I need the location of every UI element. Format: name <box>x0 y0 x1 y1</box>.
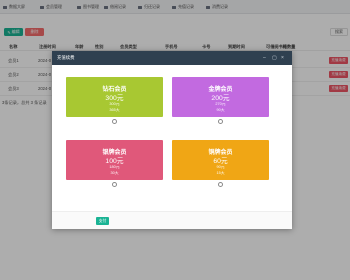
modal-footer: 支付 <box>52 211 292 229</box>
plan-card-diamond[interactable]: 钻石会员 300元 300元 365天 <box>66 77 163 117</box>
plan-radio-gold[interactable] <box>218 119 223 124</box>
modal-header: 充值续费 – ▢ × <box>52 51 292 65</box>
pay-button[interactable]: 支付 <box>96 217 109 225</box>
plan-days: 90天 <box>216 108 225 112</box>
plan-radio-silver[interactable] <box>112 182 117 187</box>
plan-price: 60元 <box>213 158 228 165</box>
plan-price: 300元 <box>105 95 124 102</box>
plan-card-bronze[interactable]: 铜牌会员 60元 90元 15天 <box>172 140 269 180</box>
plan-credit: 90元 <box>216 165 225 169</box>
plan-days: 15天 <box>216 171 225 175</box>
close-icon[interactable]: × <box>281 54 284 62</box>
plan-card-gold[interactable]: 金牌会员 200元 270元 90天 <box>172 77 269 117</box>
plan-price: 100元 <box>105 158 124 165</box>
minimize-icon[interactable]: – <box>263 54 266 62</box>
plan-days: 365天 <box>109 108 120 112</box>
plan-radio-bronze[interactable] <box>218 182 223 187</box>
plan-card-silver[interactable]: 银牌会员 100元 180元 30天 <box>66 140 163 180</box>
plan-days: 30天 <box>110 171 119 175</box>
plan-credit: 270元 <box>215 102 226 106</box>
plan-radio-diamond[interactable] <box>112 119 117 124</box>
plan-credit: 180元 <box>109 165 120 169</box>
recharge-modal: 充值续费 – ▢ × 钻石会员 300元 300元 365天 金牌会员 200元… <box>52 51 292 229</box>
plan-price: 200元 <box>211 95 230 102</box>
plan-credit: 300元 <box>109 102 120 106</box>
maximize-icon[interactable]: ▢ <box>272 54 277 62</box>
modal-title: 充值续费 <box>57 55 75 60</box>
